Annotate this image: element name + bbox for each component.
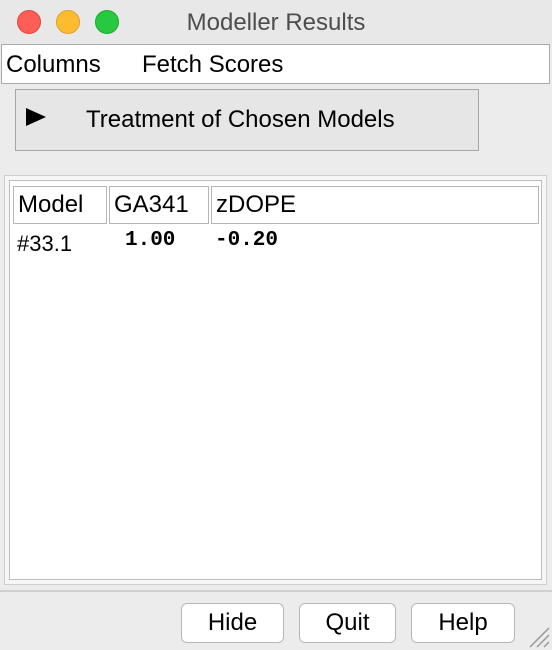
resize-grip-icon[interactable] [526, 624, 550, 648]
hide-button[interactable]: Hide [181, 603, 284, 643]
disclosure-triangle-icon [26, 108, 46, 126]
column-header-zdope[interactable]: zDOPE [211, 186, 539, 224]
results-table[interactable]: Model GA341 zDOPE #33.1 1.00 -0.20 [9, 180, 542, 580]
treatment-of-chosen-models-button[interactable]: Treatment of Chosen Models [15, 89, 479, 151]
table-row[interactable]: #33.1 1.00 -0.20 [10, 229, 541, 259]
menu-fetch-scores[interactable]: Fetch Scores [142, 51, 283, 79]
results-table-frame: Model GA341 zDOPE #33.1 1.00 -0.20 [4, 175, 547, 585]
menu-columns[interactable]: Columns [6, 51, 101, 79]
divider [0, 590, 552, 592]
quit-button[interactable]: Quit [299, 603, 396, 643]
cell-zdope: -0.20 [215, 229, 279, 252]
cell-ga341: 1.00 [125, 229, 176, 252]
title-bar: Modeller Results [0, 0, 552, 44]
column-header-model[interactable]: Model [13, 186, 107, 224]
treatment-label: Treatment of Chosen Models [86, 106, 395, 133]
help-button[interactable]: Help [411, 603, 515, 643]
menu-bar: Columns Fetch Scores [1, 44, 550, 84]
cell-model: #33.1 [17, 231, 73, 256]
window-title: Modeller Results [186, 9, 366, 36]
column-header-ga341[interactable]: GA341 [109, 186, 209, 224]
